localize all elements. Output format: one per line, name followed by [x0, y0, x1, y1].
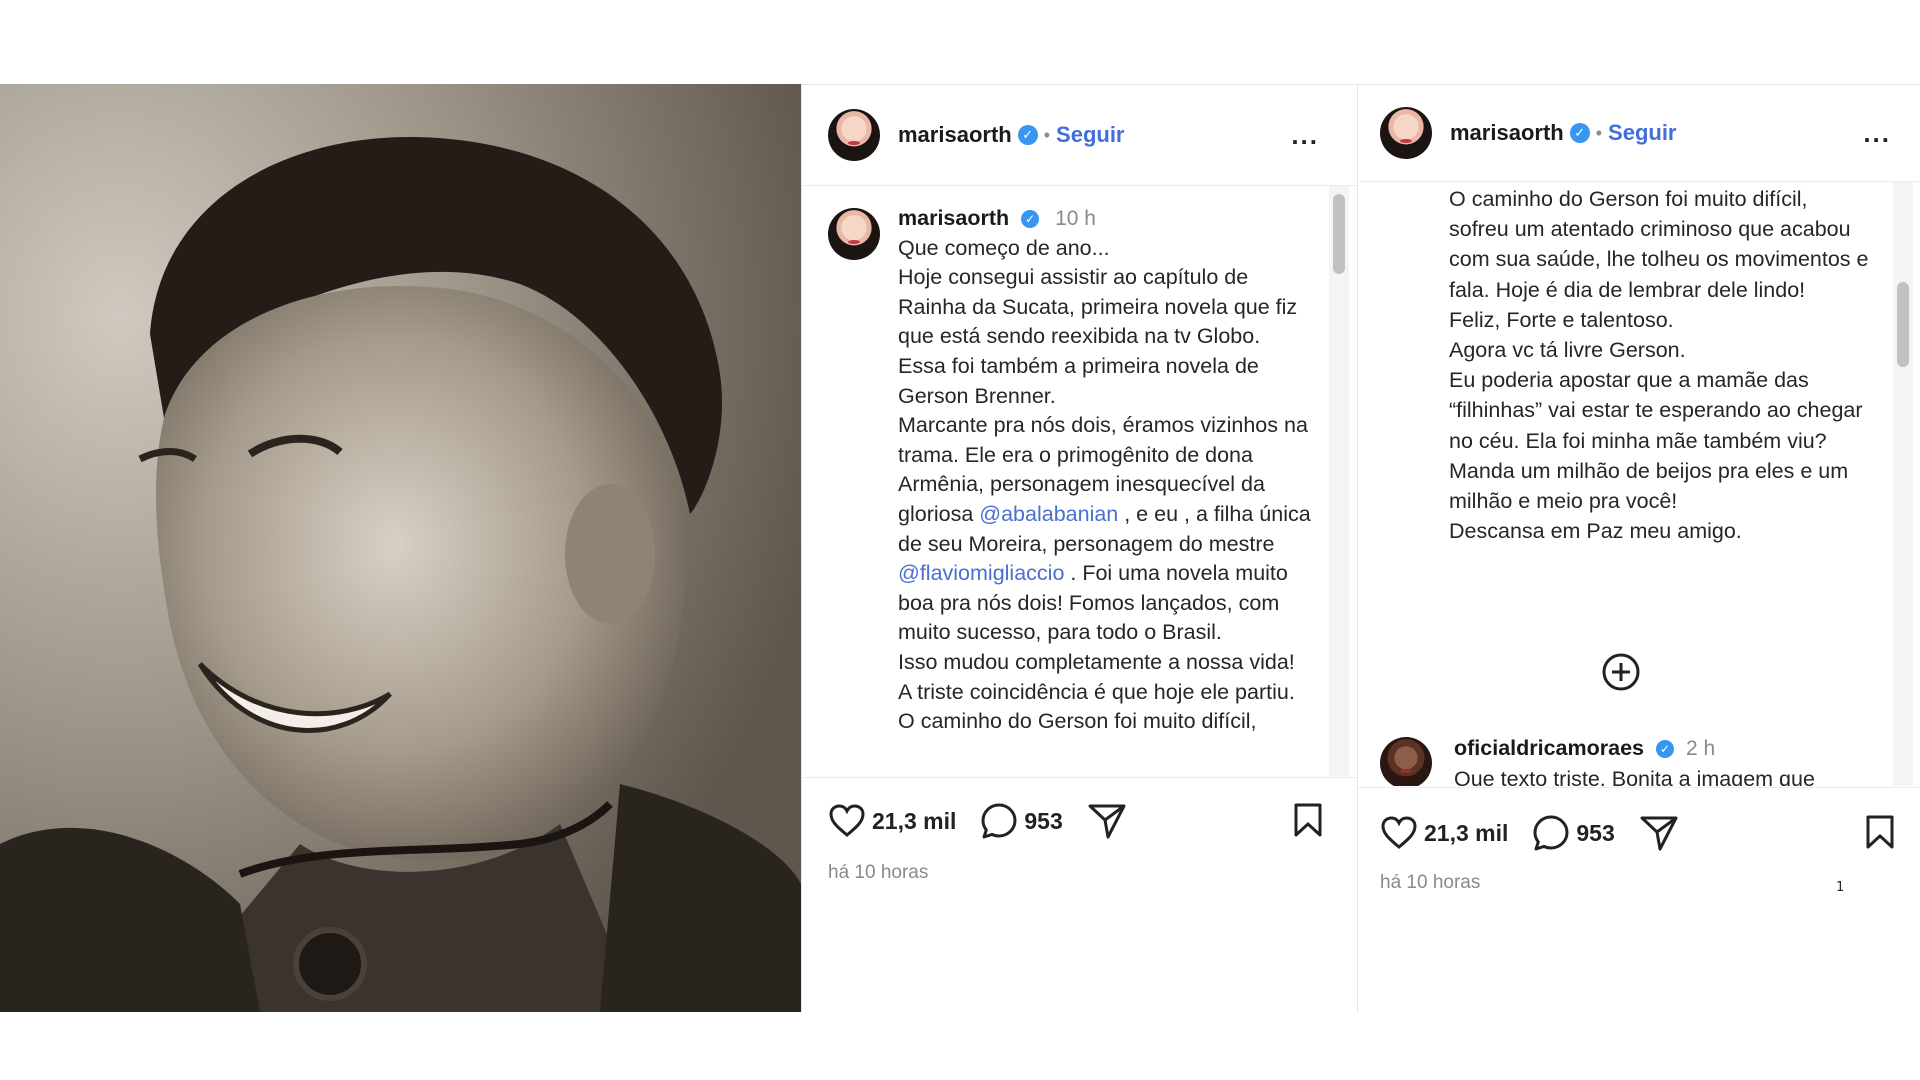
comment-icon[interactable]: [1532, 814, 1570, 852]
caption-text-part-1: Que começo de ano... Hoje consegui assis…: [898, 235, 1308, 526]
action-bar: 21,3 mil 953 há 10 horas: [802, 777, 1357, 1013]
commenter-avatar[interactable]: [1380, 737, 1432, 786]
share-icon[interactable]: [1639, 814, 1679, 852]
header-username[interactable]: marisaorth: [898, 122, 1012, 148]
follow-button[interactable]: Seguir: [1608, 120, 1676, 146]
action-bar: 21,3 mil 953 há 10 horas 1: [1358, 787, 1920, 1013]
caption-username[interactable]: marisaorth: [898, 206, 1009, 230]
bookmark-icon[interactable]: [1293, 802, 1323, 838]
portrait-image: [0, 84, 801, 1012]
caption-area[interactable]: marisaorth ✓ 10 h Que começo de ano... H…: [802, 186, 1357, 776]
post-panel-2: marisaorth ✓ • Seguir ... O caminho do G…: [1357, 84, 1920, 1013]
likes-count[interactable]: 21,3 mil: [872, 808, 956, 835]
share-icon[interactable]: [1087, 802, 1127, 840]
verified-badge-icon: ✓: [1017, 125, 1038, 145]
comments-count[interactable]: 953: [1024, 808, 1062, 835]
scrollbar-thumb[interactable]: [1333, 194, 1345, 274]
separator-dot: •: [1595, 122, 1603, 143]
comments-count[interactable]: 953: [1576, 820, 1614, 847]
caption-text: Que começo de ano... Hoje consegui assis…: [898, 234, 1318, 737]
separator-dot: •: [1043, 124, 1051, 145]
caption-text: O caminho do Gerson foi muito difícil, s…: [1449, 187, 1869, 544]
caption-avatar[interactable]: [828, 208, 880, 260]
mention-link[interactable]: @flaviomigliaccio: [898, 561, 1064, 585]
verified-badge-icon: ✓: [1021, 210, 1040, 229]
follow-button[interactable]: Seguir: [1056, 122, 1124, 148]
post-timestamp: há 10 horas: [1380, 872, 1481, 893]
bookmark-icon[interactable]: [1865, 814, 1895, 850]
post-panel-1: marisaorth ✓ • Seguir ... marisaorth ✓ 1…: [801, 84, 1357, 1013]
scrollbar[interactable]: [1893, 182, 1913, 786]
caption-area[interactable]: O caminho do Gerson foi muito difícil, s…: [1358, 182, 1920, 786]
commenter-username[interactable]: oficialdricamoraes: [1454, 736, 1644, 760]
more-options-icon[interactable]: ...: [1863, 118, 1891, 149]
mention-link[interactable]: @abalabanian: [979, 502, 1118, 526]
heart-icon[interactable]: [828, 804, 866, 838]
post-header: marisaorth ✓ • Seguir ...: [802, 85, 1357, 186]
comment-icon[interactable]: [980, 802, 1018, 840]
page-number: 1: [1836, 880, 1845, 895]
comment-time: 2 h: [1685, 737, 1716, 760]
verified-badge-icon: ✓: [1656, 740, 1674, 759]
post-timestamp: há 10 horas: [828, 862, 929, 883]
profile-avatar[interactable]: [828, 109, 880, 161]
header-username[interactable]: marisaorth: [1450, 120, 1564, 146]
post-header: marisaorth ✓ • Seguir ...: [1358, 85, 1920, 182]
comment-text: Que texto triste. Bonita a imagem que vo…: [1454, 767, 1815, 786]
heart-icon[interactable]: [1380, 816, 1418, 850]
caption-text-part-3: . Foi uma novela muito boa pra nós dois!…: [898, 561, 1295, 734]
more-options-icon[interactable]: ...: [1291, 120, 1319, 151]
verified-badge-icon: ✓: [1569, 123, 1590, 143]
scrollbar[interactable]: [1329, 186, 1349, 776]
likes-count[interactable]: 21,3 mil: [1424, 820, 1508, 847]
scrollbar-thumb[interactable]: [1897, 282, 1909, 367]
post-photo[interactable]: [0, 84, 801, 1012]
load-more-comments-icon[interactable]: [1601, 652, 1641, 692]
caption-time: 10 h: [1055, 207, 1096, 230]
profile-avatar[interactable]: [1380, 107, 1432, 159]
